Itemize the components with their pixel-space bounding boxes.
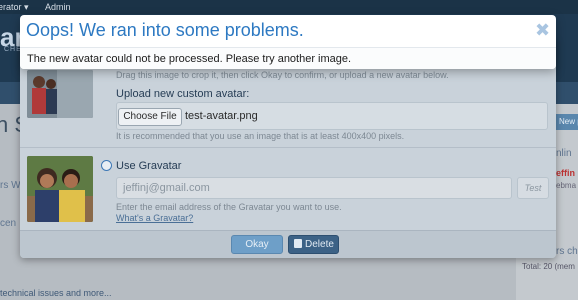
use-gravatar-label[interactable]: Use Gravatar xyxy=(116,160,181,172)
upload-label: Upload new custom avatar: xyxy=(116,88,250,100)
what-is-gravatar-link[interactable]: What's a Gravatar? xyxy=(116,213,193,223)
members-total: Total: 20 (mem xyxy=(522,262,575,271)
avatar-photo-icon xyxy=(27,70,93,118)
selected-file-name: test-avatar.png xyxy=(185,110,258,122)
test-gravatar-button[interactable]: Test xyxy=(517,177,549,199)
delete-button-label: Delete xyxy=(305,239,334,250)
trash-icon xyxy=(294,239,302,248)
close-icon[interactable]: ✖ xyxy=(535,21,550,39)
error-title: Oops! We ran into some problems. xyxy=(26,20,304,40)
top-bar: erator ▾ Admin xyxy=(0,0,578,14)
online-user-role: ebma xyxy=(556,181,577,190)
divider xyxy=(20,147,556,148)
moderator-menu[interactable]: erator ▾ xyxy=(0,0,29,14)
gravatar-email-hint: Enter the email address of the Gravatar … xyxy=(116,202,342,212)
section-heading: cen xyxy=(0,218,17,229)
admin-link[interactable]: Admin xyxy=(45,0,71,14)
sidebar-section-heading: rs ch xyxy=(556,246,578,257)
gravatar-email-input[interactable]: jeffinj@gmail.com xyxy=(116,177,512,199)
online-heading: nlin xyxy=(556,148,572,159)
delete-button[interactable]: Delete xyxy=(288,235,339,254)
footer-link[interactable]: technical issues and more... xyxy=(0,288,112,298)
online-user-link[interactable]: effin xyxy=(556,168,575,178)
crop-hint: Drag this image to crop it, then click O… xyxy=(116,70,449,80)
new-post-button[interactable]: New p xyxy=(556,114,578,130)
section-heading: rs W xyxy=(0,180,21,191)
current-avatar-preview[interactable] xyxy=(27,70,93,118)
okay-button[interactable]: Okay xyxy=(231,235,283,254)
gravatar-photo-icon xyxy=(27,156,93,222)
error-message: The new avatar could not be processed. P… xyxy=(27,53,352,65)
use-gravatar-radio[interactable] xyxy=(101,160,112,171)
gravatar-preview xyxy=(27,156,93,222)
size-recommendation: It is recommended that you use an image … xyxy=(116,131,405,141)
choose-file-button[interactable]: Choose File xyxy=(118,108,182,126)
